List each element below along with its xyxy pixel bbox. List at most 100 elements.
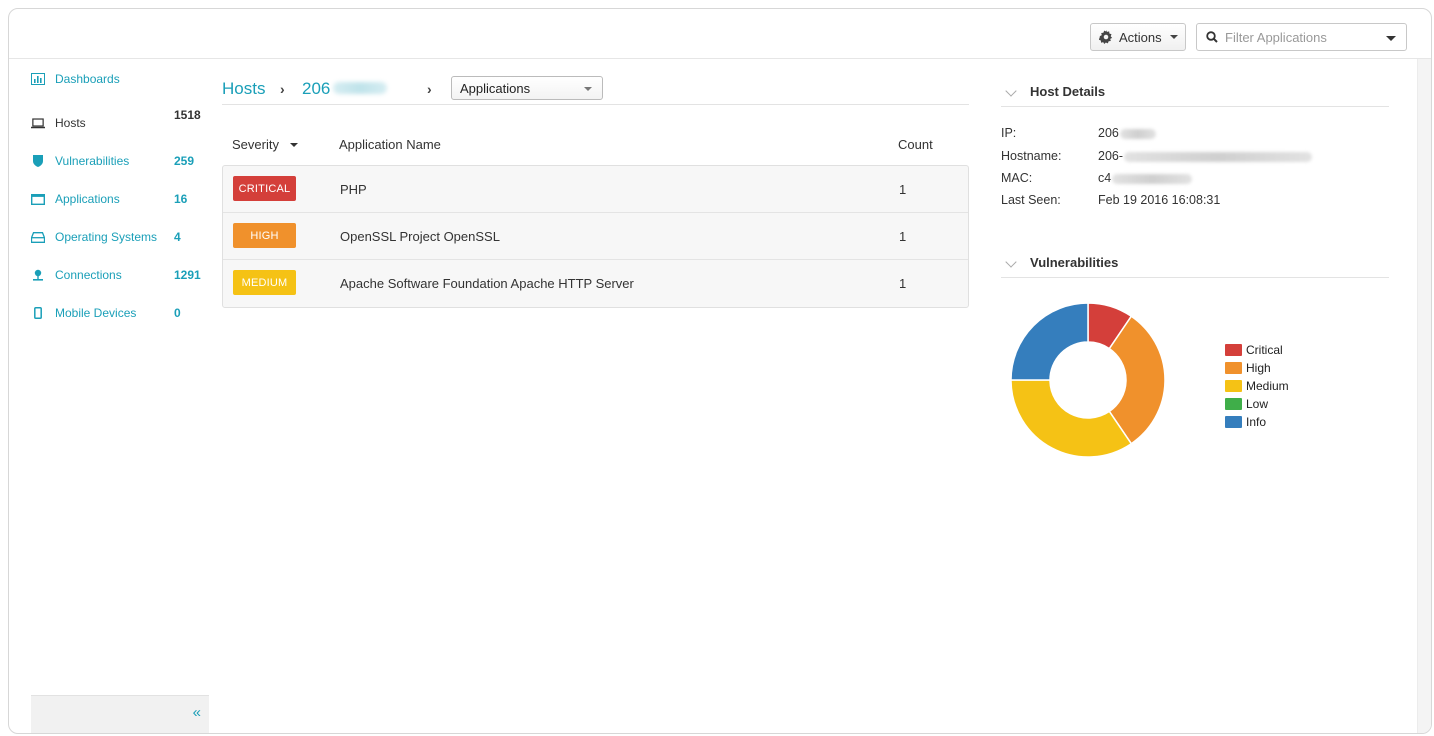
mobile-icon [31, 306, 45, 320]
collapse-sidebar-icon[interactable]: « [193, 704, 201, 721]
actions-label: Actions [1119, 29, 1162, 45]
sidebar-item-hosts[interactable]: Hosts 1518 [31, 108, 211, 133]
shield-icon [31, 154, 45, 168]
legend-swatch [1225, 416, 1242, 428]
table-row[interactable]: MEDIUM Apache Software Foundation Apache… [223, 260, 968, 307]
sidebar-item-label: Mobile Devices [55, 306, 137, 320]
host-details-header[interactable]: Host Details [1001, 83, 1389, 107]
network-icon [31, 268, 45, 282]
view-select-value: Applications [460, 80, 531, 96]
bar-chart-icon [31, 72, 45, 86]
sidebar-item-label: Vulnerabilities [55, 154, 130, 168]
legend-swatch [1225, 344, 1242, 356]
breadcrumb-host-ip-link[interactable]: 206 [302, 79, 330, 99]
redacted-blur [1112, 173, 1193, 184]
redacted-blur [1119, 128, 1156, 139]
breadcrumb-separator: › [427, 81, 432, 97]
top-toolbar: Actions [9, 9, 1431, 59]
legend-item-medium[interactable]: Medium [1225, 377, 1289, 395]
hostname-value: 206- [1098, 149, 1124, 163]
legend-swatch [1225, 362, 1242, 374]
caret-down-icon [1169, 35, 1178, 39]
hostname-value-row: 206- [1098, 149, 1313, 163]
sidebar-item-label: Connections [55, 268, 122, 282]
sidebar-item-label: Applications [55, 192, 120, 206]
legend-label: Info [1246, 415, 1267, 429]
last-seen-value: Feb 19 2016 16:08:31 [1098, 193, 1221, 207]
donut-slice-info[interactable] [1010, 302, 1089, 381]
sidebar-item-label: Hosts [55, 116, 86, 130]
caret-down-icon[interactable] [1386, 36, 1396, 41]
chevron-down-icon [1005, 85, 1017, 97]
legend-item-high[interactable]: High [1225, 359, 1289, 377]
sort-caret-icon [289, 142, 298, 147]
table-row[interactable]: CRITICAL PHP 1 [223, 166, 968, 213]
legend-label: Critical [1246, 343, 1283, 357]
application-name: PHP [340, 182, 367, 197]
sidebar-item-dashboards[interactable]: Dashboards [31, 69, 211, 89]
breadcrumb-hosts-link[interactable]: Hosts [222, 79, 265, 99]
app-window: Actions Dashboards Hosts 1518 [8, 8, 1432, 734]
severity-badge: HIGH [233, 223, 296, 248]
filter-applications[interactable] [1196, 23, 1407, 51]
actions-button[interactable]: Actions [1090, 23, 1186, 51]
redacted-ip-blur [333, 82, 387, 94]
ip-value: 206 [1098, 126, 1119, 140]
chevron-down-icon [1005, 256, 1017, 268]
vulnerabilities-donut-chart [1010, 302, 1166, 458]
sidebar-item-count: 1518 [174, 108, 201, 122]
last-seen-label: Last Seen: [1001, 193, 1061, 207]
legend-item-critical[interactable]: Critical [1225, 341, 1289, 359]
breadcrumb: Hosts › 206 › Applications [222, 75, 969, 105]
vulnerabilities-legend: Critical High Medium Low Info [1225, 341, 1289, 431]
sidebar-item-count: 0 [174, 306, 181, 320]
count-column-header[interactable]: Count [898, 137, 933, 152]
legend-label: High [1246, 361, 1271, 375]
application-count: 1 [899, 229, 907, 244]
mac-label: MAC: [1001, 171, 1033, 185]
vulnerabilities-title: Vulnerabilities [1030, 255, 1119, 270]
sidebar-item-label: Dashboards [55, 72, 120, 86]
legend-swatch [1225, 380, 1242, 392]
view-select-dropdown[interactable]: Applications [451, 76, 603, 100]
caret-down-icon [584, 87, 592, 91]
sidebar-item-label: Operating Systems [55, 230, 158, 244]
search-icon [1206, 31, 1218, 43]
vulnerabilities-header[interactable]: Vulnerabilities [1001, 254, 1389, 278]
breadcrumb-separator: › [280, 81, 285, 97]
legend-label: Low [1246, 397, 1269, 411]
sidebar-collapse-bar[interactable]: « [31, 695, 209, 733]
vertical-scrollbar[interactable] [1417, 59, 1431, 733]
ip-label: IP: [1001, 126, 1017, 140]
donut-slice-medium[interactable] [1010, 379, 1133, 458]
severity-badge: CRITICAL [233, 176, 296, 201]
mac-value: c4 [1098, 171, 1112, 185]
host-details-title: Host Details [1030, 84, 1106, 99]
application-count: 1 [899, 182, 907, 197]
sidebar-item-mobile-devices[interactable]: Mobile Devices 0 [31, 303, 211, 323]
legend-swatch [1225, 398, 1242, 410]
severity-column-header[interactable]: Severity [232, 137, 298, 152]
sidebar-item-count: 16 [174, 192, 188, 206]
table-row[interactable]: HIGH OpenSSL Project OpenSSL 1 [223, 213, 968, 260]
applications-table: CRITICAL PHP 1 HIGH OpenSSL Project Open… [222, 165, 969, 308]
severity-header-label: Severity [232, 137, 279, 152]
sidebar-item-vulnerabilities[interactable]: Vulnerabilities 259 [31, 151, 211, 171]
application-name-column-header[interactable]: Application Name [339, 137, 441, 152]
window-icon [31, 192, 45, 206]
filter-input[interactable] [1225, 29, 1375, 45]
sidebar-item-applications[interactable]: Applications 16 [31, 189, 211, 209]
sidebar-item-count: 1291 [174, 268, 201, 282]
hostname-label: Hostname: [1001, 149, 1062, 163]
hard-drive-icon [31, 230, 45, 244]
redacted-blur [1124, 151, 1313, 162]
sidebar-item-operating-systems[interactable]: Operating Systems 4 [31, 227, 211, 247]
sidebar-nav: Dashboards Hosts 1518 Vulnerabilities 25… [9, 59, 209, 733]
severity-badge: MEDIUM [233, 270, 296, 295]
application-name: Apache Software Foundation Apache HTTP S… [340, 276, 634, 291]
sidebar-item-connections[interactable]: Connections 1291 [31, 265, 211, 285]
legend-item-low[interactable]: Low [1225, 395, 1289, 413]
sidebar-item-count: 259 [174, 154, 195, 168]
legend-item-info[interactable]: Info [1225, 413, 1289, 431]
application-name: OpenSSL Project OpenSSL [340, 229, 500, 244]
